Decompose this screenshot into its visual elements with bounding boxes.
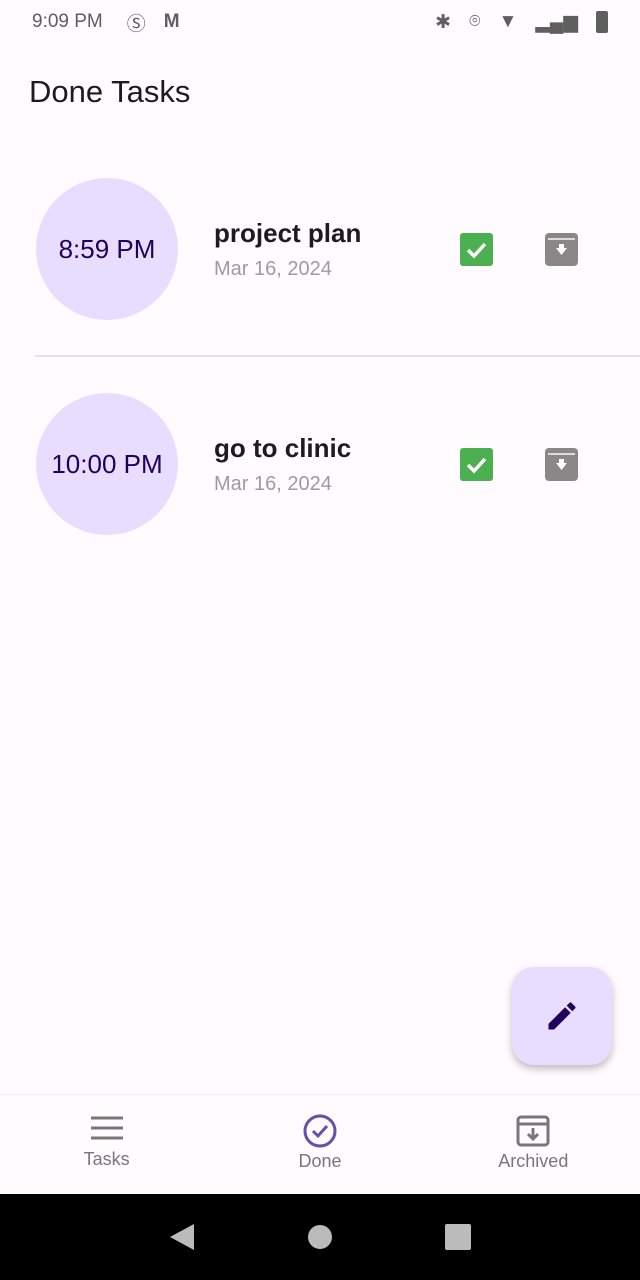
task-time: 8:59 PM bbox=[36, 178, 178, 320]
pencil-icon bbox=[548, 1002, 576, 1030]
tab-archived[interactable]: Archived bbox=[427, 1095, 640, 1194]
status-time: 9:09 PM bbox=[32, 11, 103, 32]
archive-icon[interactable] bbox=[545, 233, 578, 266]
home-icon[interactable] bbox=[306, 1223, 334, 1251]
done-checkbox[interactable] bbox=[460, 233, 493, 266]
wifi-icon: ▼ bbox=[498, 11, 518, 32]
task-date: Mar 16, 2024 bbox=[214, 473, 332, 495]
bluetooth-icon: ✱ bbox=[435, 11, 452, 33]
divider bbox=[35, 355, 640, 357]
tab-tasks[interactable]: Tasks bbox=[0, 1095, 213, 1194]
location-icon: ⌾ bbox=[469, 11, 481, 32]
status-bar: 9:09 PM Ⓢ M ✱ ⌾ ▼ ▂▄▆ bbox=[0, 0, 640, 44]
page-title: Done Tasks bbox=[29, 74, 191, 109]
bottom-nav: Tasks Done Archived bbox=[0, 1094, 640, 1194]
done-checkbox[interactable] bbox=[460, 448, 493, 481]
recents-icon[interactable] bbox=[444, 1223, 472, 1251]
task-date: Mar 16, 2024 bbox=[214, 258, 332, 280]
battery-icon bbox=[596, 11, 608, 33]
task-name: go to clinic bbox=[214, 433, 352, 463]
check-circle-icon bbox=[303, 1114, 337, 1148]
signal-icon: ▂▄▆ bbox=[535, 11, 578, 33]
menu-icon bbox=[90, 1116, 123, 1140]
back-icon[interactable] bbox=[168, 1222, 196, 1252]
gmail-icon: M bbox=[163, 11, 180, 32]
archive-icon[interactable] bbox=[545, 448, 578, 481]
archive-box-icon bbox=[516, 1115, 550, 1147]
system-nav-bar bbox=[0, 1194, 640, 1280]
task-item[interactable]: 10:00 PM go to clinic Mar 16, 2024 bbox=[0, 393, 640, 535]
tab-done[interactable]: Done bbox=[213, 1095, 426, 1194]
task-name: project plan bbox=[214, 218, 362, 248]
add-task-button[interactable] bbox=[512, 967, 612, 1065]
task-item[interactable]: 8:59 PM project plan Mar 16, 2024 bbox=[0, 178, 640, 320]
notification-icon: Ⓢ bbox=[126, 13, 146, 35]
task-time: 10:00 PM bbox=[36, 393, 178, 535]
